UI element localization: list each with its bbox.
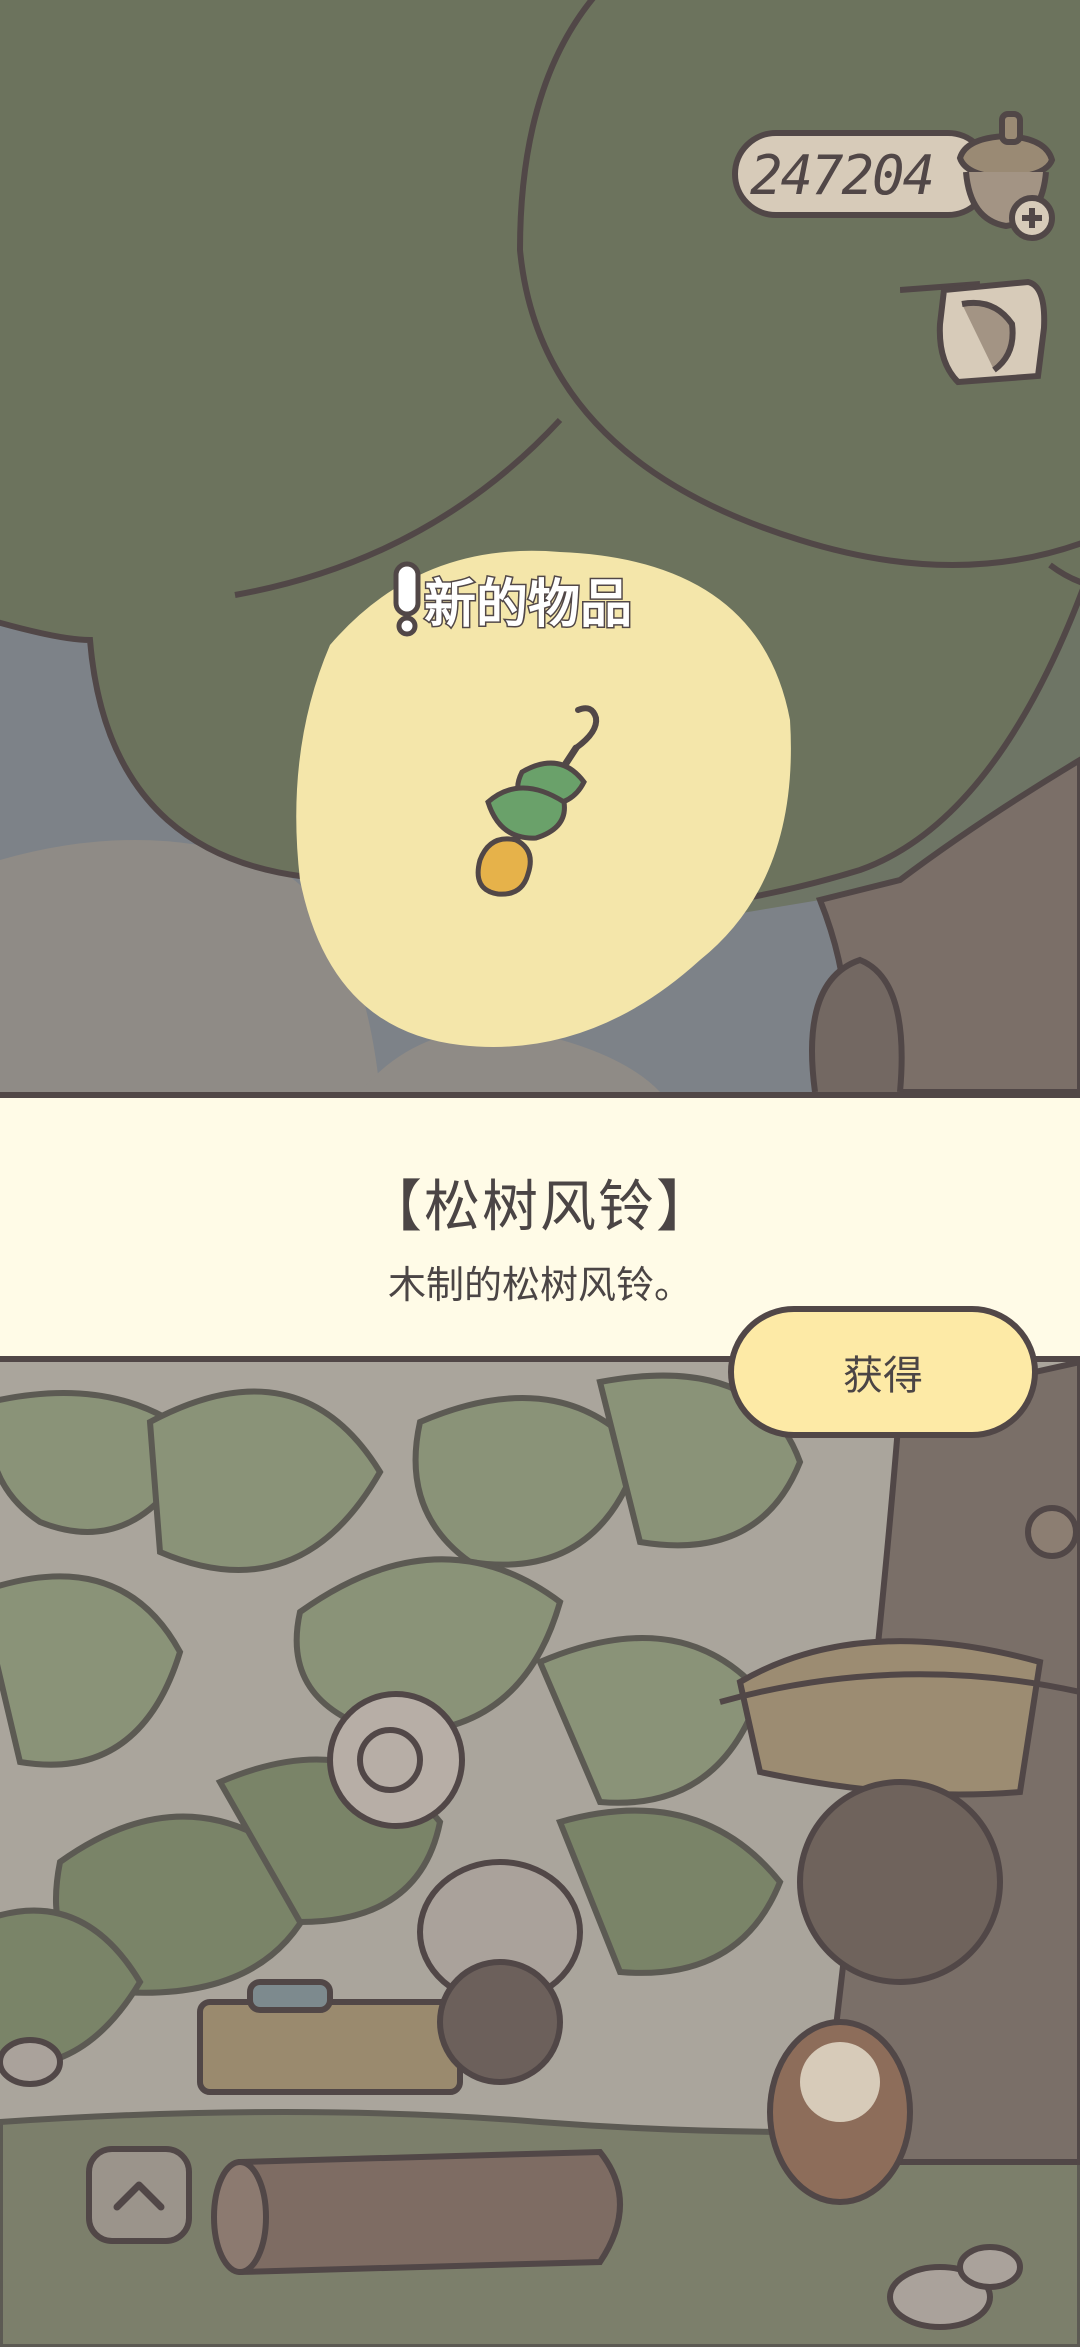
letter-icon[interactable] [900, 264, 1070, 394]
new-item-text: 新的物品 [422, 573, 633, 636]
item-name: 【松树风铃】 [366, 1175, 714, 1240]
chevron-up-icon [113, 2181, 165, 2211]
acorn-count: 247204 [750, 144, 935, 207]
acorn-icon[interactable] [946, 108, 1070, 244]
new-item-label: 新的物品 [390, 560, 634, 638]
exclamation-icon [393, 561, 421, 637]
obtain-button[interactable]: 获得 [728, 1306, 1038, 1438]
item-description: 木制的松树风铃。 [387, 1263, 692, 1307]
pine-wind-chime-icon [475, 705, 600, 897]
expand-menu-button[interactable] [86, 2146, 192, 2244]
